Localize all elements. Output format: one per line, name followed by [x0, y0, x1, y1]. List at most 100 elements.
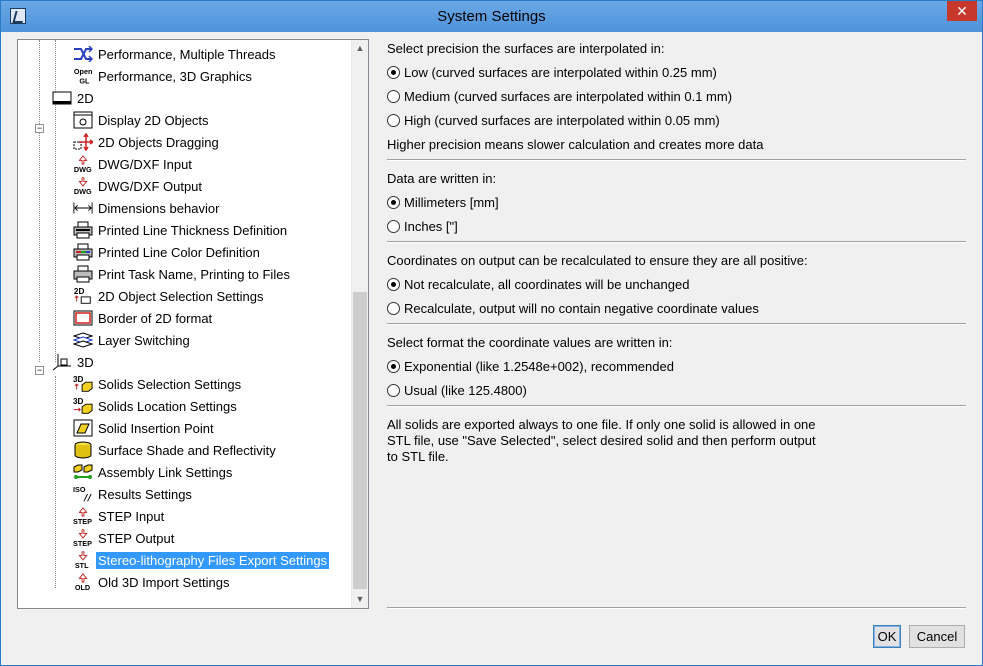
radio-button[interactable] [387, 89, 400, 103]
format-usual-option[interactable]: Usual (like 125.4800) [387, 381, 527, 399]
opengl-icon: Open GL [73, 66, 93, 86]
tree-group-label: 3D [77, 354, 94, 370]
precision-low-option[interactable]: Low (curved surfaces are interpolated wi… [387, 63, 717, 81]
tree-item-line-thickness[interactable]: Printed Line Thickness Definition [73, 220, 289, 240]
axes-3d-icon [52, 352, 72, 372]
units-inches-option[interactable]: Inches ["] [387, 217, 458, 235]
tree-item-layer-switching[interactable]: Layer Switching [73, 330, 192, 350]
tree-item-border-2d[interactable]: Border of 2D format [73, 308, 214, 328]
tree-item-2d-dragging[interactable]: 2D Objects Dragging [73, 132, 221, 152]
gl-text: GL [79, 76, 90, 85]
format-exponential-option[interactable]: Exponential (like 1.2548e+002), recommen… [387, 357, 674, 375]
shade-icon [73, 440, 93, 460]
tree-group-3d[interactable]: 3D [52, 352, 96, 372]
tree-item-label: Layer Switching [98, 332, 190, 348]
printer-icon [73, 220, 93, 240]
tree-item-dwg-output[interactable]: DWG DWG/DXF Output [73, 176, 204, 196]
tree-item-label: 2D Objects Dragging [98, 134, 219, 150]
tree-item-dimensions[interactable]: Dimensions behavior [73, 198, 221, 218]
tree-vertical-scrollbar[interactable]: ▲ ▼ [351, 40, 368, 608]
step-text: STEP [73, 539, 92, 548]
tree-item-old-3d-import[interactable]: OLD Old 3D Import Settings [73, 572, 232, 592]
tree-item-label: DWG/DXF Output [98, 178, 203, 194]
separator [387, 405, 966, 407]
radio-button[interactable] [387, 65, 400, 79]
tree-group-2d[interactable]: 2D [52, 88, 96, 108]
precision-heading: Select precision the surfaces are interp… [387, 41, 665, 56]
tree-item-label: 2D Object Selection Settings [98, 288, 264, 304]
tree-item-label: Solids Selection Settings [98, 376, 242, 392]
option-label: High (curved surfaces are interpolated w… [404, 112, 720, 128]
tree-item-step-output[interactable]: STEP STEP Output [73, 528, 176, 548]
tree-item-label: Performance, 3D Graphics [98, 68, 252, 84]
precision-high-option[interactable]: High (curved surfaces are interpolated w… [387, 111, 720, 129]
radio-button[interactable] [387, 277, 400, 291]
selection-2d-icon: 2D [73, 286, 93, 306]
units-millimeters-option[interactable]: Millimeters [mm] [387, 193, 499, 211]
option-label: Inches ["] [404, 218, 458, 234]
coordinates-recalculate-option[interactable]: Recalculate, output will no contain nega… [387, 299, 759, 317]
tree-item-performance-3d[interactable]: Open GL Performance, 3D Graphics [73, 66, 254, 86]
coordinates-heading: Coordinates on output can be recalculate… [387, 253, 808, 268]
tree-item-step-input[interactable]: STEP STEP Input [73, 506, 166, 526]
tree-item-label: Border of 2D format [98, 310, 213, 326]
cancel-button[interactable]: Cancel [909, 625, 965, 648]
scroll-up-arrow-icon[interactable]: ▲ [352, 40, 368, 57]
scroll-thumb[interactable] [353, 292, 367, 589]
radio-button[interactable] [387, 359, 400, 373]
title-bar[interactable]: System Settings ✕ [1, 1, 982, 32]
tree-item-results[interactable]: ISO Results Settings [73, 484, 194, 504]
settings-tree[interactable]: − − Performance, Multiple Threads Open GL… [17, 39, 369, 609]
opengl-text: Open [74, 67, 93, 76]
radio-button[interactable] [387, 195, 400, 209]
old-text: OLD [75, 583, 90, 592]
tree-item-label: Results Settings [98, 486, 192, 502]
info-line-2: STL file, use "Save Selected", select de… [387, 433, 816, 448]
coordinates-not-recalculate-option[interactable]: Not recalculate, all coordinates will be… [387, 275, 689, 293]
collapse-2d-toggle[interactable]: − [35, 124, 44, 133]
radio-button[interactable] [387, 301, 400, 315]
settings-panel: Select precision the surfaces are interp… [387, 32, 967, 612]
tree-item-2d-selection[interactable]: 2D 2D Object Selection Settings [73, 286, 265, 306]
info-line-1: All solids are exported always to one fi… [387, 417, 816, 432]
insertion-point-icon [73, 418, 93, 438]
radio-button[interactable] [387, 219, 400, 233]
iso-text: ISO [73, 485, 86, 494]
tree-item-insertion-point[interactable]: Solid Insertion Point [73, 418, 216, 438]
tree-item-stl-export[interactable]: STL Stereo-lithography Files Export Sett… [73, 550, 330, 570]
precision-note: Higher precision means slower calculatio… [387, 137, 764, 152]
scroll-down-arrow-icon[interactable]: ▼ [352, 591, 368, 608]
dimensions-icon [73, 198, 93, 218]
tree-item-assembly-link[interactable]: Assembly Link Settings [73, 462, 234, 482]
tree-item-solids-location[interactable]: 3D Solids Location Settings [73, 396, 239, 416]
assembly-link-icon [73, 462, 93, 482]
tree-item-display-2d[interactable]: Display 2D Objects [73, 110, 211, 130]
tree-item-surface-shade[interactable]: Surface Shade and Reflectivity [73, 440, 278, 460]
threads-icon [73, 44, 93, 64]
precision-medium-option[interactable]: Medium (curved surfaces are interpolated… [387, 87, 732, 105]
system-settings-window: System Settings ✕ − − Performance, Multi… [0, 0, 983, 666]
close-button[interactable]: ✕ [947, 1, 977, 21]
iso-results-icon: ISO [73, 484, 93, 504]
tree-item-line-color[interactable]: Printed Line Color Definition [73, 242, 262, 262]
separator [387, 159, 966, 161]
tree-item-performance-threads[interactable]: Performance, Multiple Threads [73, 44, 278, 64]
tree-item-solids-selection[interactable]: 3D Solids Selection Settings [73, 374, 243, 394]
tree-item-label: Display 2D Objects [98, 112, 209, 128]
format-heading: Select format the coordinate values are … [387, 335, 673, 350]
printer-color-icon [73, 242, 93, 262]
radio-button[interactable] [387, 113, 400, 127]
tree-item-label: Printed Line Color Definition [98, 244, 260, 260]
tree-item-print-task[interactable]: Print Task Name, Printing to Files [73, 264, 292, 284]
ok-button[interactable]: OK [873, 625, 901, 648]
option-label: Low (curved surfaces are interpolated wi… [404, 64, 717, 80]
radio-button[interactable] [387, 383, 400, 397]
collapse-3d-toggle[interactable]: − [35, 366, 44, 375]
border-icon [73, 308, 93, 328]
step-input-icon: STEP [73, 506, 93, 526]
tree-item-dwg-input[interactable]: DWG DWG/DXF Input [73, 154, 194, 174]
solid-location-icon: 3D [73, 396, 93, 416]
layers-icon [73, 330, 93, 350]
tree-group-label: 2D [77, 90, 94, 106]
step-text: STEP [73, 517, 92, 526]
